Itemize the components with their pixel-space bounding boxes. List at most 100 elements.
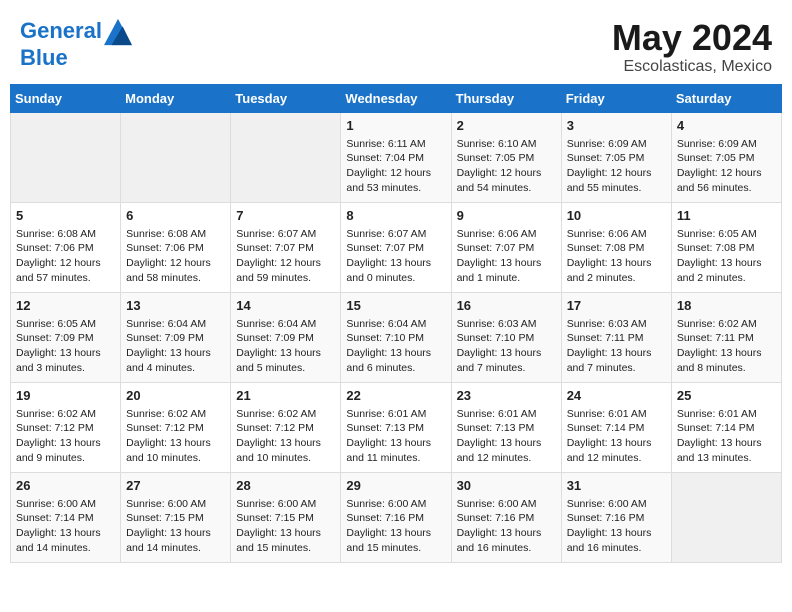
cell-content-line: and 2 minutes. [677,271,776,286]
day-number: 6 [126,207,225,225]
cell-content-line: Sunset: 7:12 PM [236,421,335,436]
day-number: 7 [236,207,335,225]
cell-content-line: Daylight: 13 hours [346,256,445,271]
cell-content-line: Daylight: 13 hours [567,526,666,541]
month-year: May 2024 [612,18,772,58]
cell-content-line: Sunrise: 6:09 AM [567,137,666,152]
cell-content-line: and 7 minutes. [567,361,666,376]
cell-content-line: and 57 minutes. [16,271,115,286]
cell-content-line: Daylight: 13 hours [567,256,666,271]
cell-content-line: Daylight: 13 hours [236,436,335,451]
cell-content-line: and 12 minutes. [567,451,666,466]
cell-content-line: Sunrise: 6:00 AM [236,497,335,512]
day-number: 12 [16,297,115,315]
cell-content-line: Sunrise: 6:01 AM [567,407,666,422]
calendar-cell: 16Sunrise: 6:03 AMSunset: 7:10 PMDayligh… [451,292,561,382]
day-number: 13 [126,297,225,315]
cell-content-line: Sunrise: 6:09 AM [677,137,776,152]
day-number: 15 [346,297,445,315]
cell-content-line: Daylight: 13 hours [16,526,115,541]
cell-content-line: and 54 minutes. [457,181,556,196]
cell-content-line: and 12 minutes. [457,451,556,466]
cell-content-line: and 14 minutes. [126,541,225,556]
cell-content-line: Sunrise: 6:08 AM [126,227,225,242]
calendar-cell: 19Sunrise: 6:02 AMSunset: 7:12 PMDayligh… [11,382,121,472]
calendar-cell: 31Sunrise: 6:00 AMSunset: 7:16 PMDayligh… [561,472,671,562]
cell-content-line: Daylight: 13 hours [16,346,115,361]
cell-content-line: and 6 minutes. [346,361,445,376]
cell-content-line: Sunrise: 6:04 AM [126,317,225,332]
cell-content-line: Sunrise: 6:02 AM [236,407,335,422]
day-number: 3 [567,117,666,135]
calendar-cell: 24Sunrise: 6:01 AMSunset: 7:14 PMDayligh… [561,382,671,472]
cell-content-line: Sunset: 7:13 PM [346,421,445,436]
cell-content-line: Sunrise: 6:00 AM [567,497,666,512]
cell-content-line: Daylight: 13 hours [457,256,556,271]
calendar-cell: 2Sunrise: 6:10 AMSunset: 7:05 PMDaylight… [451,112,561,202]
cell-content-line: Daylight: 13 hours [677,346,776,361]
cell-content-line: Sunrise: 6:00 AM [346,497,445,512]
cell-content-line: Daylight: 13 hours [567,436,666,451]
cell-content-line: Sunset: 7:16 PM [457,511,556,526]
cell-content-line: and 9 minutes. [16,451,115,466]
cell-content-line: Daylight: 12 hours [346,166,445,181]
cell-content-line: Sunset: 7:12 PM [126,421,225,436]
cell-content-line: Sunset: 7:10 PM [346,331,445,346]
day-number: 25 [677,387,776,405]
cell-content-line: Daylight: 13 hours [126,436,225,451]
calendar-cell: 27Sunrise: 6:00 AMSunset: 7:15 PMDayligh… [121,472,231,562]
cell-content-line: Sunset: 7:05 PM [457,151,556,166]
cell-content-line: Daylight: 13 hours [457,526,556,541]
calendar-cell [121,112,231,202]
calendar-cell: 4Sunrise: 6:09 AMSunset: 7:05 PMDaylight… [671,112,781,202]
cell-content-line: Sunset: 7:06 PM [16,241,115,256]
cell-content-line: Sunset: 7:05 PM [567,151,666,166]
cell-content-line: and 15 minutes. [346,541,445,556]
calendar-week-4: 19Sunrise: 6:02 AMSunset: 7:12 PMDayligh… [11,382,782,472]
cell-content-line: Sunrise: 6:11 AM [346,137,445,152]
calendar-cell: 30Sunrise: 6:00 AMSunset: 7:16 PMDayligh… [451,472,561,562]
calendar-cell: 6Sunrise: 6:08 AMSunset: 7:06 PMDaylight… [121,202,231,292]
cell-content-line: Sunset: 7:07 PM [457,241,556,256]
weekday-header-saturday: Saturday [671,84,781,112]
cell-content-line: Sunrise: 6:03 AM [457,317,556,332]
cell-content-line: Sunset: 7:15 PM [236,511,335,526]
calendar-cell: 26Sunrise: 6:00 AMSunset: 7:14 PMDayligh… [11,472,121,562]
day-number: 5 [16,207,115,225]
cell-content-line: Sunrise: 6:04 AM [346,317,445,332]
cell-content-line: Daylight: 13 hours [236,346,335,361]
weekday-header-friday: Friday [561,84,671,112]
cell-content-line: Daylight: 13 hours [236,526,335,541]
cell-content-line: Daylight: 12 hours [16,256,115,271]
logo-text: General [20,18,132,46]
calendar-cell: 9Sunrise: 6:06 AMSunset: 7:07 PMDaylight… [451,202,561,292]
cell-content-line: and 56 minutes. [677,181,776,196]
cell-content-line: Sunrise: 6:01 AM [346,407,445,422]
cell-content-line: Sunset: 7:07 PM [236,241,335,256]
weekday-header-tuesday: Tuesday [231,84,341,112]
cell-content-line: Daylight: 13 hours [346,346,445,361]
cell-content-line: Sunset: 7:07 PM [346,241,445,256]
calendar-cell: 15 Sunrise: 6:04 AMSunset: 7:10 PMDayligh… [341,292,451,382]
page-header: General Blue May 2024 Escolasticas, Mexi… [10,10,782,80]
cell-content-line: Sunrise: 6:00 AM [16,497,115,512]
calendar-week-5: 26Sunrise: 6:00 AMSunset: 7:14 PMDayligh… [11,472,782,562]
day-number: 27 [126,477,225,495]
cell-content-line: and 55 minutes. [567,181,666,196]
weekday-header-row: SundayMondayTuesdayWednesdayThursdayFrid… [11,84,782,112]
cell-content-line: and 4 minutes. [126,361,225,376]
calendar-cell [231,112,341,202]
cell-content-line: Daylight: 13 hours [677,256,776,271]
cell-content-line: Daylight: 13 hours [346,436,445,451]
cell-content-line: Sunrise: 6:07 AM [346,227,445,242]
cell-content-line: and 3 minutes. [16,361,115,376]
cell-content-line: and 10 minutes. [236,451,335,466]
calendar-cell: 25Sunrise: 6:01 AMSunset: 7:14 PMDayligh… [671,382,781,472]
day-number: 26 [16,477,115,495]
calendar-cell: 12Sunrise: 6:05 AMSunset: 7:09 PMDayligh… [11,292,121,382]
cell-content-line: and 16 minutes. [457,541,556,556]
cell-content-line: Sunrise: 6:08 AM [16,227,115,242]
cell-content-line: Sunrise: 6:01 AM [677,407,776,422]
day-number: 19 [16,387,115,405]
cell-content-line: Sunset: 7:08 PM [677,241,776,256]
